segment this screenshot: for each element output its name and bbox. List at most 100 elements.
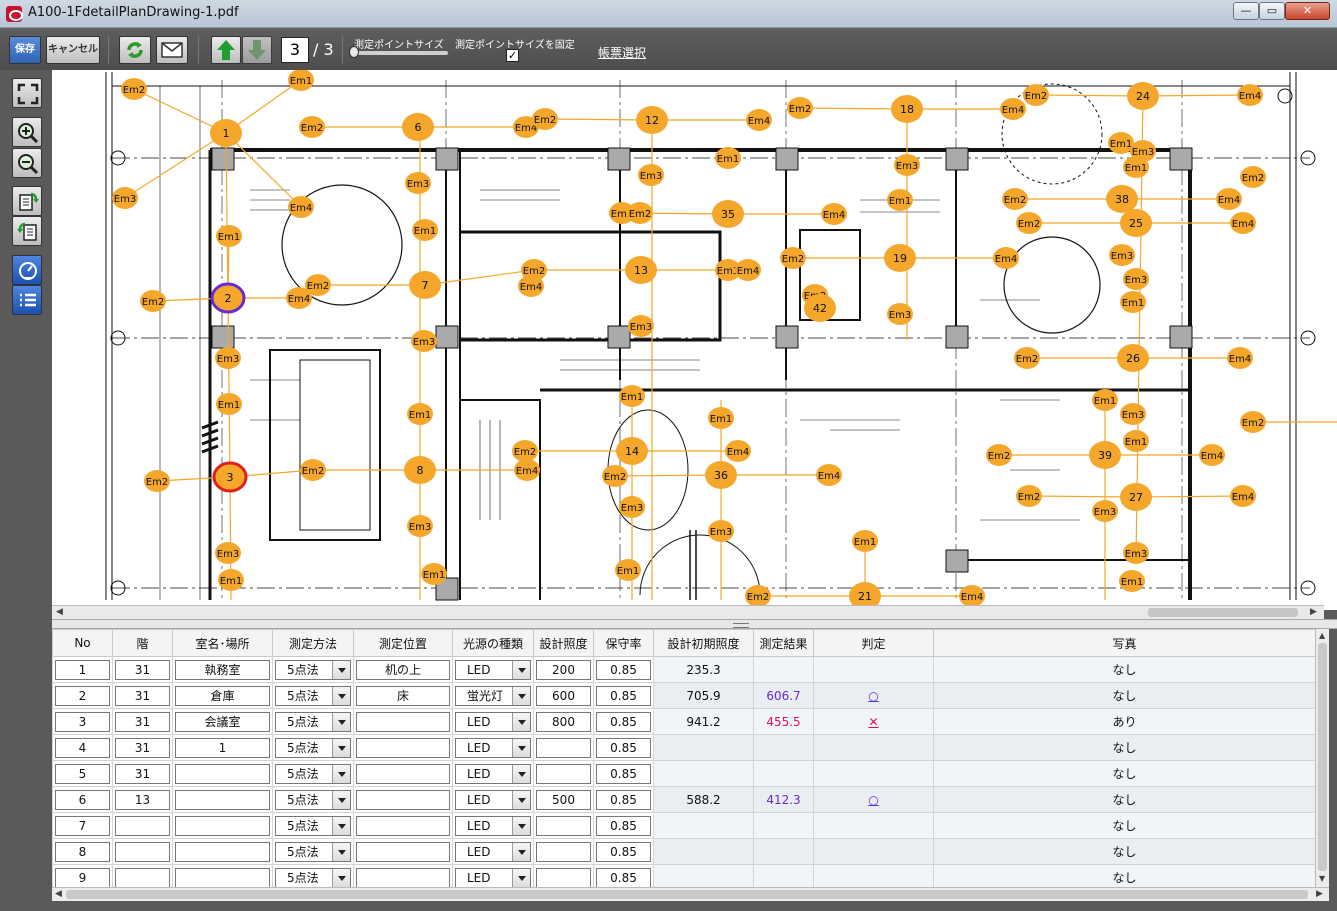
scroll-right-icon[interactable]: ▶ xyxy=(1316,889,1323,899)
method-cell[interactable]: 5点法 xyxy=(272,708,354,735)
light-source-cell[interactable]: LED xyxy=(452,838,534,865)
sub-point-marker[interactable]: Em2 xyxy=(602,465,628,487)
judgement-cell[interactable]: ○ xyxy=(813,786,934,813)
measurement-point-marker[interactable]: 7 xyxy=(409,271,441,299)
design-illuminance-cell[interactable]: 200 xyxy=(533,656,594,683)
floor-input[interactable] xyxy=(115,867,170,887)
position-input[interactable] xyxy=(356,841,450,862)
column-header[interactable]: 保守率 xyxy=(593,629,654,657)
sub-point-marker[interactable]: Em2 xyxy=(1240,411,1266,433)
sub-point-marker[interactable]: Em4 xyxy=(993,247,1019,269)
maintenance-factor-input[interactable]: 0.85 xyxy=(596,815,651,836)
measurement-point-marker[interactable]: 18 xyxy=(891,95,923,123)
no-cell[interactable]: 2 xyxy=(52,682,113,709)
judgement-cell[interactable] xyxy=(813,838,934,865)
table-row[interactable]: 5 31 5点法 LED 0.85 なし xyxy=(52,760,1315,787)
measurement-point-marker[interactable]: 14 xyxy=(616,437,648,465)
sub-point-marker[interactable]: Em3 xyxy=(1120,403,1146,425)
no-cell[interactable]: 7 xyxy=(52,812,113,839)
room-cell[interactable] xyxy=(172,838,273,865)
method-cell[interactable]: 5点法 xyxy=(272,786,354,813)
sub-point-marker[interactable]: Em4 xyxy=(1237,84,1263,106)
photo-cell[interactable]: なし xyxy=(933,656,1315,683)
light-source-select[interactable]: LED xyxy=(455,841,531,862)
measurement-point-marker[interactable]: 8 xyxy=(404,456,436,484)
sub-point-marker[interactable]: Em4 xyxy=(1199,444,1225,466)
no-input[interactable]: 8 xyxy=(55,841,110,862)
table-scroll-thumb[interactable] xyxy=(1318,643,1327,871)
light-source-cell[interactable]: LED xyxy=(452,812,534,839)
position-cell[interactable] xyxy=(353,838,453,865)
measurement-point-marker[interactable]: 36 xyxy=(705,461,737,489)
sub-point-marker[interactable]: Em1 xyxy=(412,219,438,241)
judgement-link[interactable]: ○ xyxy=(868,793,878,807)
maintenance-factor-input[interactable]: 0.85 xyxy=(596,841,651,862)
room-input[interactable]: 執務室 xyxy=(175,659,270,680)
chevron-down-icon[interactable] xyxy=(332,764,350,783)
floor-cell[interactable]: 31 xyxy=(112,656,173,683)
close-button[interactable]: ✕ xyxy=(1285,2,1330,20)
minimize-button[interactable]: — xyxy=(1233,2,1259,20)
measurement-point-marker[interactable]: 12 xyxy=(636,106,668,134)
room-cell[interactable]: 1 xyxy=(172,734,273,761)
floor-input[interactable]: 31 xyxy=(115,659,170,680)
floor-cell[interactable]: 31 xyxy=(112,760,173,787)
photo-cell[interactable]: なし xyxy=(933,760,1315,787)
light-source-cell[interactable]: LED xyxy=(452,760,534,787)
maintenance-factor-input[interactable]: 0.85 xyxy=(596,685,651,706)
table-row[interactable]: 8 5点法 LED 0.85 なし xyxy=(52,838,1315,865)
rotate-left-button[interactable] xyxy=(12,216,42,246)
floor-input[interactable]: 31 xyxy=(115,685,170,706)
sub-point-marker[interactable]: Em2 xyxy=(300,459,326,481)
light-source-cell[interactable]: LED xyxy=(452,734,534,761)
maintenance-factor-cell[interactable]: 0.85 xyxy=(593,760,654,787)
position-input[interactable] xyxy=(356,815,450,836)
no-cell[interactable]: 8 xyxy=(52,838,113,865)
point-size-slider[interactable] xyxy=(352,51,448,55)
sub-point-marker[interactable]: Em3 xyxy=(619,496,645,518)
sub-point-marker[interactable]: Em2 xyxy=(140,290,166,312)
scroll-up-icon[interactable]: ▲ xyxy=(1319,631,1325,640)
list-view-button[interactable] xyxy=(12,285,42,315)
method-select[interactable]: 5点法 xyxy=(275,789,351,810)
sub-point-marker[interactable]: Em3 xyxy=(1123,268,1149,290)
method-select[interactable]: 5点法 xyxy=(275,685,351,706)
floor-plan-drawing[interactable]: Em2Em11 Em2 6 Em4Em2 12 Em4Em2 18 Em4Em2 24 Em4Em… xyxy=(52,70,1337,610)
table-row[interactable]: 6 13 5点法 LED 500 0.85 588.2 412.3 ○ なし xyxy=(52,786,1315,813)
sub-point-marker[interactable]: Em1 xyxy=(1120,291,1146,313)
cancel-button[interactable]: キャンセル xyxy=(46,36,100,64)
fit-screen-button[interactable] xyxy=(12,78,42,108)
measurement-point-marker[interactable]: 6 xyxy=(402,113,434,141)
method-cell[interactable]: 5点法 xyxy=(272,656,354,683)
measurement-point-marker[interactable]: 42 xyxy=(804,294,836,322)
measurement-point-marker[interactable]: 2 xyxy=(210,282,246,314)
method-select[interactable]: 5点法 xyxy=(275,815,351,836)
chevron-down-icon[interactable] xyxy=(332,868,350,887)
table-horizontal-scrollbar[interactable]: ◀ ▶ xyxy=(52,887,1329,901)
photo-cell[interactable]: なし xyxy=(933,786,1315,813)
sub-point-marker[interactable]: Em2 xyxy=(627,202,653,224)
point-size-slider-handle[interactable] xyxy=(349,46,359,58)
maintenance-factor-cell[interactable]: 0.85 xyxy=(593,708,654,735)
maintenance-factor-input[interactable]: 0.85 xyxy=(596,789,651,810)
drawing-horizontal-scrollbar[interactable]: ◀ ▶ xyxy=(52,605,1324,619)
maintenance-factor-cell[interactable]: 0.85 xyxy=(593,864,654,887)
column-header[interactable]: 測定位置 xyxy=(353,629,453,657)
floor-input[interactable]: 31 xyxy=(115,763,170,784)
room-cell[interactable] xyxy=(172,864,273,887)
chevron-down-icon[interactable] xyxy=(332,790,350,809)
chevron-down-icon[interactable] xyxy=(332,686,350,705)
light-source-cell[interactable]: LED xyxy=(452,656,534,683)
judgement-link[interactable]: ✕ xyxy=(868,715,878,729)
scroll-right-icon[interactable]: ▶ xyxy=(1310,607,1317,617)
floor-input[interactable] xyxy=(115,841,170,862)
position-cell[interactable]: 床 xyxy=(353,682,453,709)
light-source-cell[interactable]: LED xyxy=(452,864,534,887)
light-source-select[interactable]: LED xyxy=(455,789,531,810)
light-source-cell[interactable]: LED xyxy=(452,786,534,813)
sub-point-marker[interactable]: Em2 xyxy=(121,78,147,100)
design-illuminance-input[interactable]: 200 xyxy=(536,659,591,680)
light-source-select[interactable]: 蛍光灯 xyxy=(455,685,531,706)
light-source-select[interactable]: LED xyxy=(455,763,531,784)
sub-point-marker[interactable]: Em2 xyxy=(1016,485,1042,507)
